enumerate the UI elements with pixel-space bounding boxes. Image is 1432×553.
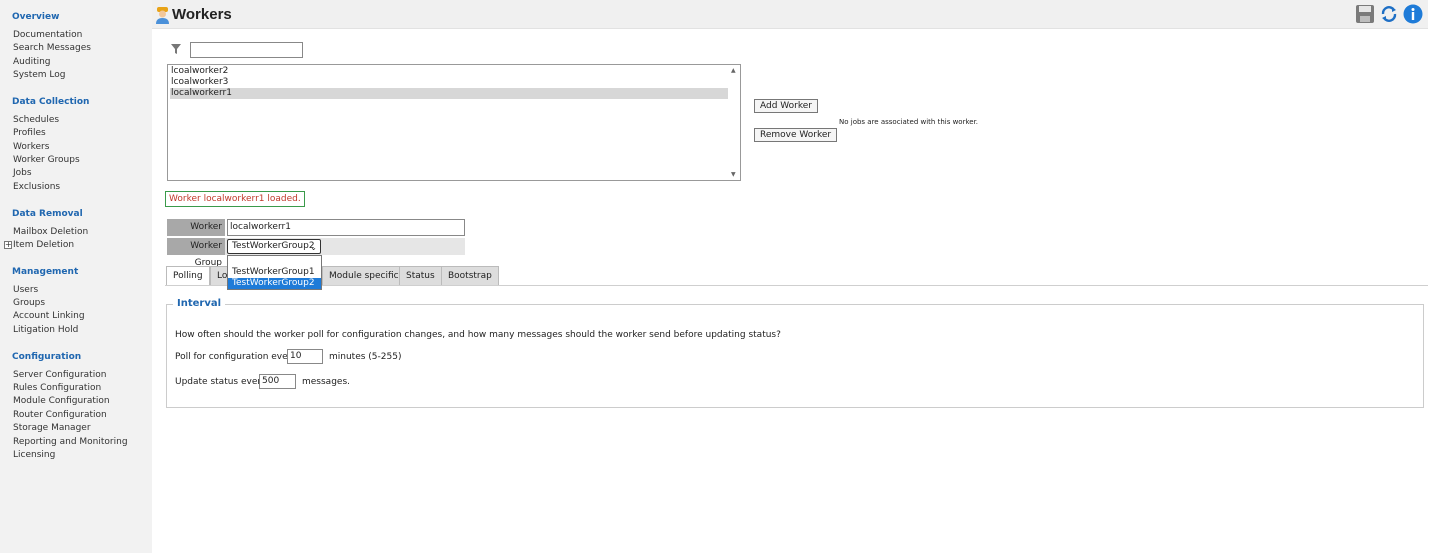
worker-label: Worker: [167, 219, 225, 236]
status-interval-input[interactable]: 500: [259, 374, 296, 389]
nav-server-configuration[interactable]: Server Configuration: [13, 370, 106, 380]
nav-system-log[interactable]: System Log: [13, 70, 66, 80]
nav-router-configuration[interactable]: Router Configuration: [13, 410, 107, 420]
info-icon[interactable]: [1403, 4, 1423, 24]
expand-icon[interactable]: +: [4, 241, 12, 249]
nav-groups[interactable]: Groups: [13, 298, 45, 308]
worker-group-label: Worker Group: [167, 238, 225, 268]
worker-group-select[interactable]: TestWorkerGroup2 ⌄: [227, 239, 321, 254]
nav-search-messages[interactable]: Search Messages: [13, 43, 91, 53]
status-message: Worker localworkerr1 loaded.: [165, 191, 305, 207]
nav-exclusions[interactable]: Exclusions: [13, 182, 60, 192]
dropdown-option[interactable]: TestWorkerGroup1: [228, 267, 321, 278]
chevron-down-icon: ⌄: [310, 243, 317, 252]
nav-reporting-and-monitoring[interactable]: Reporting and Monitoring: [13, 437, 128, 447]
section-title-data-collection: Data Collection: [12, 97, 90, 107]
list-scrollbar[interactable]: ▲ ▼: [729, 66, 739, 179]
page-header: Workers: [152, 0, 1428, 29]
poll-suffix-label: minutes (5-255): [329, 352, 402, 362]
section-title-data-removal: Data Removal: [12, 209, 83, 219]
worker-list[interactable]: lcoalworker2 lcoalworker3 localworkerr1 …: [167, 64, 741, 181]
worker-group-row: Worker Group TestWorkerGroup2 ⌄: [167, 238, 465, 268]
interval-legend: Interval: [173, 298, 226, 309]
poll-interval-input[interactable]: 10: [287, 349, 323, 364]
nav-auditing[interactable]: Auditing: [13, 57, 51, 67]
tab-module-specific[interactable]: Module specific: [322, 266, 406, 285]
nav-item-deletion[interactable]: Item Deletion: [13, 240, 74, 250]
scroll-down-icon[interactable]: ▼: [731, 171, 736, 178]
add-worker-button[interactable]: Add Worker: [754, 99, 818, 113]
worker-name-field[interactable]: localworkerr1: [227, 219, 465, 236]
list-item[interactable]: lcoalworker2: [170, 66, 728, 77]
list-item[interactable]: lcoalworker3: [170, 77, 728, 88]
worker-group-value: TestWorkerGroup2: [232, 241, 315, 251]
nav-worker-groups[interactable]: Worker Groups: [13, 155, 80, 165]
page-title: Workers: [172, 6, 232, 23]
filter-icon: [171, 44, 181, 54]
worker-icon: [156, 7, 169, 24]
nav-litigation-hold[interactable]: Litigation Hold: [13, 325, 78, 335]
nav-rules-configuration[interactable]: Rules Configuration: [13, 383, 101, 393]
nav-storage-manager[interactable]: Storage Manager: [13, 423, 91, 433]
nav-documentation[interactable]: Documentation: [13, 30, 82, 40]
section-title-configuration: Configuration: [12, 352, 82, 362]
status-suffix-label: messages.: [302, 377, 350, 387]
nav-profiles[interactable]: Profiles: [13, 128, 46, 138]
nav-module-configuration[interactable]: Module Configuration: [13, 396, 110, 406]
nav-account-linking[interactable]: Account Linking: [13, 311, 85, 321]
nav-jobs[interactable]: Jobs: [13, 168, 32, 178]
tab-polling[interactable]: Polling: [166, 266, 210, 286]
filter-input[interactable]: [190, 42, 303, 58]
section-title-management: Management: [12, 267, 79, 277]
interval-question: How often should the worker poll for con…: [175, 330, 781, 340]
nav-schedules[interactable]: Schedules: [13, 115, 59, 125]
worker-group-dropdown[interactable]: TestWorkerGroup1 TestWorkerGroup2: [227, 255, 322, 290]
sidebar: Overview Documentation Search Messages A…: [0, 0, 152, 553]
status-prefix-label: Update status every: [175, 377, 267, 387]
save-icon[interactable]: [1355, 4, 1375, 24]
list-item-selected[interactable]: localworkerr1: [170, 88, 728, 99]
nav-users[interactable]: Users: [13, 285, 38, 295]
nav-mailbox-deletion[interactable]: Mailbox Deletion: [13, 227, 88, 237]
tab-bootstrap[interactable]: Bootstrap: [441, 266, 499, 285]
no-jobs-message: No jobs are associated with this worker.: [839, 118, 979, 126]
nav-workers[interactable]: Workers: [13, 142, 49, 152]
worker-row: Worker localworkerr1: [167, 219, 465, 236]
section-title-overview: Overview: [12, 12, 60, 22]
scroll-up-icon[interactable]: ▲: [731, 67, 736, 74]
dropdown-option-selected[interactable]: TestWorkerGroup2: [228, 278, 321, 289]
refresh-icon[interactable]: [1379, 4, 1399, 24]
tab-divider: [165, 285, 1428, 286]
nav-licensing[interactable]: Licensing: [13, 450, 55, 460]
remove-worker-button[interactable]: Remove Worker: [754, 128, 838, 142]
poll-prefix-label: Poll for configuration every: [175, 352, 297, 362]
main-panel: Workers lcoalworker2 lcoalworker3 localw…: [152, 0, 1432, 553]
tab-status[interactable]: Status: [399, 266, 442, 285]
